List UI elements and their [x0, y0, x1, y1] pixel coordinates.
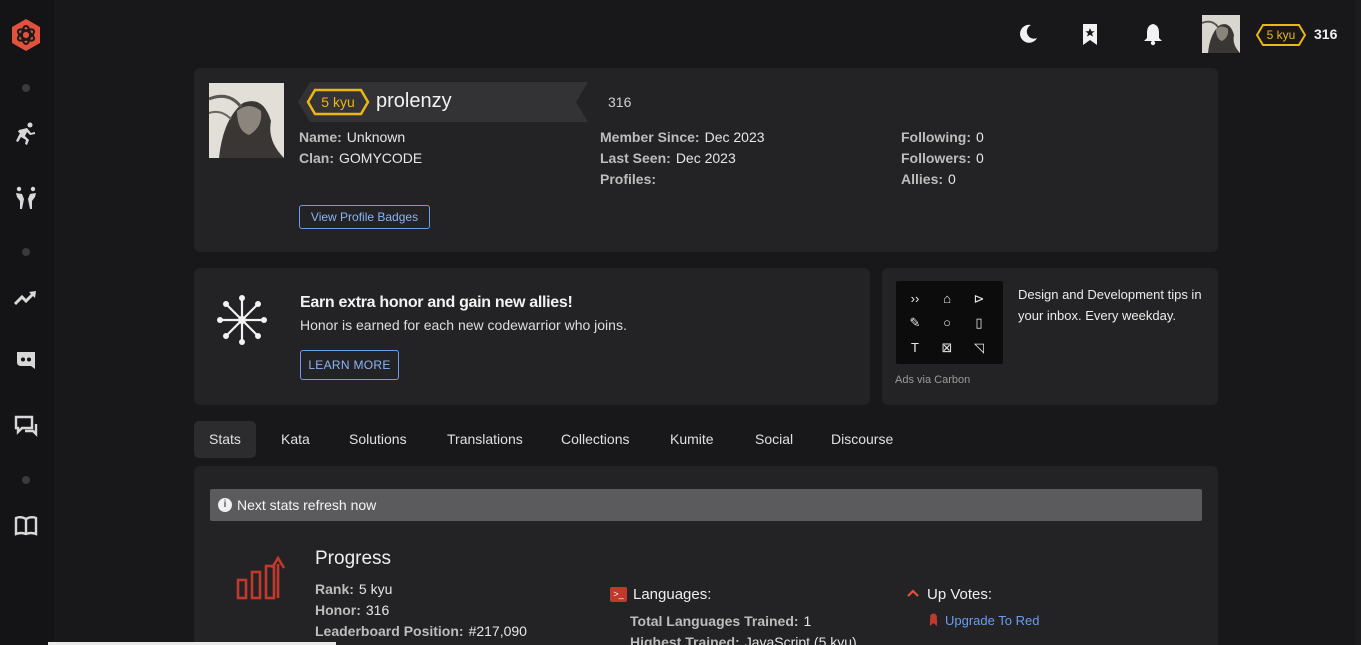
ribbon-icon: [930, 613, 937, 626]
ad-image[interactable]: ›› ⌂ ⊳ ✎ ○ ▯ T ⊠ ◹: [896, 281, 1003, 364]
stat-allies[interactable]: Allies: 0: [901, 171, 956, 187]
rank-badge: 5 kyu: [1256, 24, 1306, 46]
rank-badge-label: 5 kyu: [1266, 28, 1296, 42]
stats-refresh-notice: i Next stats refresh now: [210, 489, 1202, 521]
leaders-icon[interactable]: [13, 285, 39, 311]
ad-glyph: ⊳: [973, 291, 985, 306]
top-bar: 5 kyu 316: [54, 0, 1361, 68]
practice-icon[interactable]: [13, 185, 39, 211]
discord-icon[interactable]: [13, 349, 39, 375]
ad-glyph: T: [911, 340, 919, 355]
stat-name: Name: Unknown: [299, 129, 406, 145]
moon-icon[interactable]: [1016, 22, 1040, 46]
carbon-ad[interactable]: ›› ⌂ ⊳ ✎ ○ ▯ T ⊠ ◹ Design and Developmen…: [882, 268, 1218, 405]
info-icon: i: [218, 498, 232, 512]
bell-icon[interactable]: [1141, 22, 1165, 46]
profile-avatar: [209, 83, 284, 158]
progress-title: Progress: [315, 548, 392, 569]
terminal-icon: >_: [610, 587, 627, 602]
ad-glyph: ››: [910, 291, 920, 306]
learn-more-button[interactable]: LEARN MORE: [300, 350, 399, 380]
stat-leaderboard: Leaderboard Position: #217,090: [315, 623, 527, 639]
tab-stats[interactable]: Stats: [194, 421, 256, 458]
stat-total-languages: Total Languages Trained: 1: [630, 613, 812, 629]
sidebar: [0, 0, 54, 645]
username: prolenzy: [376, 90, 452, 112]
honor-count: 316: [1314, 26, 1338, 42]
tab-kata[interactable]: Kata: [281, 421, 310, 458]
refresh-text: Next stats refresh now: [237, 497, 377, 513]
sidebar-separator: [22, 84, 30, 92]
sidebar-separator: [22, 248, 30, 256]
ad-via[interactable]: Ads via Carbon: [895, 374, 970, 386]
referral-title: Earn extra honor and gain new allies!: [300, 294, 573, 311]
tab-kumite[interactable]: Kumite: [670, 421, 714, 458]
training-icon[interactable]: [13, 121, 39, 147]
ad-glyph: ⌂: [943, 291, 951, 306]
ad-glyph: ✎: [909, 315, 921, 330]
profile-rank-badge: 5 kyu: [306, 88, 370, 116]
ad-glyph: ◹: [974, 340, 984, 355]
stat-last-seen: Last Seen: Dec 2023: [600, 150, 736, 166]
languages-title: Languages:: [633, 586, 712, 603]
profile-card: 5 kyu prolenzy 316 Name: Unknown Clan: GOM…: [194, 68, 1218, 252]
referral-card: Earn extra honor and gain new allies! Ho…: [194, 268, 870, 405]
profile-honor: 316: [608, 94, 632, 110]
docs-icon[interactable]: [13, 513, 39, 539]
progress-chart-icon: [236, 554, 288, 600]
tab-collections[interactable]: Collections: [561, 421, 629, 458]
tab-discourse[interactable]: Discourse: [831, 421, 893, 458]
bookmark-icon[interactable]: [1078, 22, 1102, 46]
stat-following[interactable]: Following: 0: [901, 129, 984, 145]
forum-icon[interactable]: [13, 413, 39, 439]
ad-glyph: ▯: [975, 315, 983, 330]
user-avatar[interactable]: [1202, 15, 1240, 53]
ad-glyph: ○: [943, 315, 951, 330]
profile-rank-label: 5 kyu: [321, 94, 355, 110]
upvotes-title: Up Votes:: [927, 586, 993, 603]
sidebar-separator: [22, 476, 30, 484]
codewars-logo-icon[interactable]: [9, 18, 43, 52]
network-icon: [216, 294, 268, 346]
stat-rank: Rank: 5 kyu: [315, 581, 393, 597]
vertical-scrollbar[interactable]: [1355, 0, 1361, 645]
stats-panel: i Next stats refresh now Progress Rank: 5…: [194, 466, 1218, 645]
tab-social[interactable]: Social: [755, 421, 793, 458]
referral-subtitle: Honor is earned for each new codewarrior…: [300, 317, 627, 333]
tab-translations[interactable]: Translations: [447, 421, 523, 458]
tab-solutions[interactable]: Solutions: [349, 421, 407, 458]
stat-clan: Clan: GOMYCODE: [299, 150, 423, 166]
stat-member-since: Member Since: Dec 2023: [600, 129, 765, 145]
stat-highest-trained: Highest Trained: JavaScript (5 kyu): [630, 634, 857, 645]
username-banner: 5 kyu prolenzy: [298, 82, 594, 122]
stat-honor: Honor: 316: [315, 602, 390, 618]
stat-followers[interactable]: Followers: 0: [901, 150, 984, 166]
app-root: 5 kyu 316 5 kyu prolenzy 316 Name: Unkno…: [0, 0, 1361, 645]
upgrade-to-red-link[interactable]: Upgrade To Red: [945, 613, 1039, 628]
view-profile-badges-button[interactable]: View Profile Badges: [299, 205, 430, 229]
ad-glyph: ⊠: [941, 340, 953, 355]
ad-text[interactable]: Design and Development tips in your inbo…: [1018, 284, 1208, 326]
chevron-up-icon: [907, 589, 919, 597]
stat-profiles: Profiles:: [600, 171, 657, 187]
